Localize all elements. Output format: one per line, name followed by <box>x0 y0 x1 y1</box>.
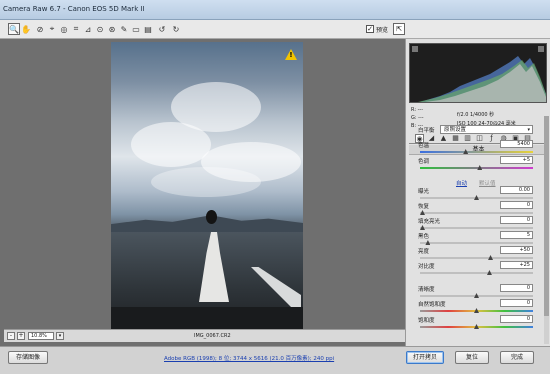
slider-track[interactable] <box>420 255 533 260</box>
shadow-clipping-toggle[interactable] <box>412 46 418 52</box>
slider-label: 色温 <box>418 143 430 149</box>
exposure-info: f/2.0 1/4000 秒 <box>457 112 495 118</box>
slider-value-field[interactable]: +25 <box>500 261 533 269</box>
preferences-icon[interactable]: ▤ <box>142 23 154 35</box>
crop-tool-icon[interactable]: ⌗ <box>70 23 82 35</box>
straighten-tool-icon[interactable]: ⊿ <box>82 23 94 35</box>
slider-value-field[interactable]: +5 <box>500 156 533 164</box>
preview-label: 预览 <box>376 27 389 34</box>
slider-value-field[interactable]: 5400 <box>500 140 533 148</box>
highlight-clipping-toggle[interactable] <box>538 46 544 52</box>
auto-link[interactable]: 自动 <box>456 179 467 187</box>
slider-track[interactable] <box>420 165 533 170</box>
lens-tab-icon[interactable]: ◫ <box>475 134 484 143</box>
filename-label: IMG_0067.CR2 <box>194 333 231 339</box>
color-sampler-icon[interactable]: ⌖ <box>46 23 58 35</box>
image-canvas[interactable]: ! <box>4 39 404 339</box>
zoom-tool-icon[interactable]: 🔍 <box>8 23 20 35</box>
panel-scrollbar[interactable] <box>544 116 549 344</box>
slider-track[interactable] <box>420 149 533 154</box>
slider-label: 曝光 <box>418 189 430 195</box>
rotate-left-icon[interactable]: ↺ <box>156 23 168 35</box>
slider-track[interactable] <box>420 240 533 245</box>
slider-value-field[interactable]: 5 <box>500 231 533 239</box>
spot-removal-icon[interactable]: ⊙ <box>94 23 106 35</box>
slider-value-field[interactable]: +50 <box>500 246 533 254</box>
red-eye-icon[interactable]: ⊛ <box>106 23 118 35</box>
slider-label: 自然饱和度 <box>418 302 446 308</box>
fx-tab-icon[interactable]: ƒ <box>487 134 496 143</box>
histogram <box>409 43 547 103</box>
done-button[interactable]: 完成 <box>500 351 534 364</box>
graduated-filter-icon[interactable]: ▭ <box>130 23 142 35</box>
slider-label: 填充亮光 <box>418 219 441 225</box>
slider-track[interactable] <box>420 293 533 298</box>
split-toning-tab-icon[interactable]: ▥ <box>463 134 472 143</box>
zoom-level-field[interactable]: 10.8% <box>28 332 54 340</box>
status-bar: - + 10.8% ▾ IMG_0067.CR2 <box>4 329 405 342</box>
chevron-down-icon: ▾ <box>527 127 530 133</box>
person-head <box>206 210 217 224</box>
photo-preview[interactable] <box>111 42 303 329</box>
targeted-adjustment-icon[interactable]: ◎ <box>58 23 70 35</box>
detail-tab-icon[interactable]: ▲ <box>439 134 448 143</box>
workflow-options-link[interactable]: Adobe RGB (1998); 8 位; 3744 x 5616 (21.0… <box>164 354 334 362</box>
slider-track[interactable] <box>420 308 533 313</box>
slider-value-field[interactable]: 0 <box>500 299 533 307</box>
toolbar: ✓ 预览 ⇱ 🔍 ✋ ⊘ ⌖ ◎ ⌗ ⊿ ⊙ ⊛ ✎ ▭ ▤ ↺ ↻ <box>0 20 550 39</box>
rotate-right-icon[interactable]: ↻ <box>170 23 182 35</box>
preview-checkbox[interactable]: ✓ <box>366 25 374 33</box>
white-balance-select[interactable]: 原照设置 ▾ <box>440 125 533 134</box>
zoom-out-button[interactable]: - <box>7 332 15 340</box>
window-title: Camera Raw 6.7 - Canon EOS 5D Mark II <box>3 5 145 13</box>
slider-label: 亮度 <box>418 249 430 255</box>
slider-label: 清晰度 <box>418 287 435 293</box>
slider-value-field[interactable]: 0 <box>500 201 533 209</box>
slider-label: 饱和度 <box>418 318 435 324</box>
hsl-tab-icon[interactable]: ▦ <box>451 134 460 143</box>
slider-value-field[interactable]: 0 <box>500 216 533 224</box>
save-image-button[interactable]: 存储图像 <box>8 351 48 364</box>
open-copy-button[interactable]: 打开拷贝 <box>406 351 444 364</box>
slider-label: 恢复 <box>418 204 430 210</box>
slider-value-field[interactable]: 0 <box>500 315 533 323</box>
adjustment-brush-icon[interactable]: ✎ <box>118 23 130 35</box>
slider-label: 黑色 <box>418 234 430 240</box>
slider-track[interactable] <box>420 210 533 215</box>
white-balance-value: 原照设置 <box>444 127 467 133</box>
title-bar: Camera Raw 6.7 - Canon EOS 5D Mark II <box>0 0 550 20</box>
slider-value-field[interactable]: 0.00 <box>500 186 533 194</box>
fullscreen-button[interactable]: ⇱ <box>393 23 405 35</box>
white-balance-label: 白平衡 <box>418 128 435 134</box>
slider-label: 对比度 <box>418 264 435 270</box>
reset-button[interactable]: 复位 <box>455 351 489 364</box>
slider-track[interactable] <box>420 195 533 200</box>
zoom-dropdown-icon[interactable]: ▾ <box>56 332 64 340</box>
default-link[interactable]: 默认值 <box>479 179 496 187</box>
slider-track[interactable] <box>420 225 533 230</box>
slider-track[interactable] <box>420 324 533 329</box>
red-readout: R: --- <box>411 107 424 113</box>
zoom-in-button[interactable]: + <box>17 332 25 340</box>
slider-label: 色调 <box>418 159 430 165</box>
slider-track[interactable] <box>420 270 533 275</box>
slider-value-field[interactable]: 0 <box>500 284 533 292</box>
bottom-bar: 存储图像 Adobe RGB (1998); 8 位; 3744 x 5616 … <box>0 346 550 374</box>
green-readout: G: --- <box>411 115 424 121</box>
scrollbar-thumb[interactable] <box>544 116 549 316</box>
white-balance-tool-icon[interactable]: ⊘ <box>34 23 46 35</box>
hand-tool-icon[interactable]: ✋ <box>20 23 32 35</box>
